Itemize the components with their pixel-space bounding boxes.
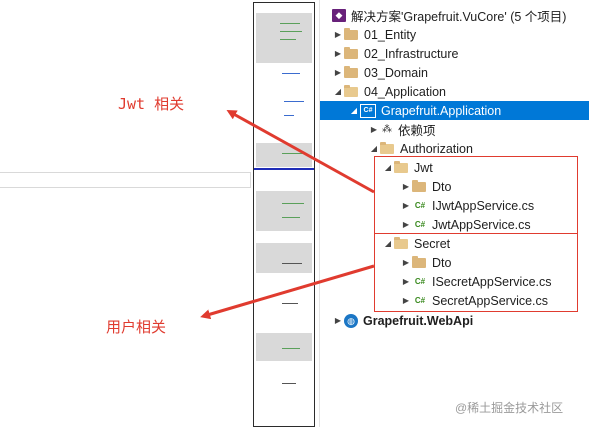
- minimap-block: [256, 143, 312, 167]
- folder-label: 01_Entity: [364, 27, 417, 42]
- minimap-line: [282, 348, 300, 349]
- solution-node[interactable]: ◆ 解决方案'Grapefruit.VuCore' (5 个项目): [332, 6, 566, 25]
- folder-open-icon: [380, 142, 394, 154]
- project-label: Grapefruit.Application: [381, 103, 502, 118]
- minimap-line: [282, 73, 300, 74]
- minimap-line: [282, 203, 304, 204]
- expand-arrow-icon[interactable]: ▶: [332, 49, 344, 58]
- folder-open-icon: [344, 85, 358, 97]
- minimap-line: [284, 101, 304, 102]
- annotation-jwt: Jwt 相关: [118, 95, 185, 113]
- folder-label: 03_Domain: [364, 65, 428, 80]
- folder-node-entity[interactable]: ▶ 01_Entity: [332, 25, 416, 44]
- editor-line-highlight: [0, 172, 251, 188]
- secret-highlight-box: [374, 233, 578, 312]
- expand-arrow-icon[interactable]: ▶: [332, 68, 344, 77]
- folder-node-domain[interactable]: ▶ 03_Domain: [332, 63, 428, 82]
- dependencies-label: 依赖项: [398, 124, 436, 138]
- expand-arrow-icon[interactable]: ▶: [368, 125, 380, 134]
- csharp-project-icon: C#: [360, 103, 376, 118]
- jwt-highlight-box: [374, 156, 578, 234]
- minimap-line: [280, 31, 302, 32]
- minimap-block: [256, 243, 312, 273]
- folder-label: Authorization: [400, 141, 473, 156]
- expand-arrow-icon[interactable]: ▶: [332, 316, 344, 325]
- collapse-arrow-icon[interactable]: ◢: [332, 87, 344, 96]
- minimap-block: [256, 13, 312, 63]
- folder-label: 02_Infrastructure: [364, 46, 459, 61]
- project-label: Grapefruit.WebApi: [363, 313, 474, 328]
- minimap-line: [284, 115, 294, 116]
- project-node-webapi[interactable]: ▶ ◍ Grapefruit.WebApi: [332, 311, 473, 330]
- solution-label: 解决方案'Grapefruit.VuCore' (5 个项目): [351, 10, 567, 24]
- expand-arrow-icon[interactable]: ▶: [332, 30, 344, 39]
- collapse-arrow-icon[interactable]: ◢: [368, 144, 380, 153]
- folder-node-application[interactable]: ◢ 04_Application: [332, 82, 446, 101]
- watermark: @稀土掘金技术社区: [455, 401, 564, 415]
- minimap-line: [282, 217, 300, 218]
- project-node-application[interactable]: ◢ C# Grapefruit.Application: [320, 101, 589, 120]
- solution-icon: ◆: [332, 9, 346, 22]
- web-project-icon: ◍: [344, 313, 358, 328]
- minimap-line: [282, 383, 296, 384]
- minimap-cursor-line: [254, 168, 314, 170]
- dependencies-node[interactable]: ▶ ⁂ 依赖项: [368, 120, 436, 139]
- minimap-line: [280, 23, 300, 24]
- editor-pane: [0, 0, 253, 427]
- folder-icon: [344, 66, 358, 78]
- annotation-user: 用户相关: [106, 318, 167, 336]
- dependencies-icon: ⁂: [382, 124, 392, 135]
- minimap-line: [280, 39, 296, 40]
- minimap-line: [282, 153, 304, 154]
- folder-node-infrastructure[interactable]: ▶ 02_Infrastructure: [332, 44, 459, 63]
- folder-icon: [344, 47, 358, 59]
- folder-icon: [344, 28, 358, 40]
- folder-label: 04_Application: [364, 84, 447, 99]
- minimap-line: [282, 303, 298, 304]
- code-minimap[interactable]: [253, 2, 315, 427]
- minimap-block: [256, 191, 312, 231]
- collapse-arrow-icon[interactable]: ◢: [348, 106, 360, 115]
- minimap-block: [256, 333, 312, 361]
- minimap-line: [282, 263, 302, 264]
